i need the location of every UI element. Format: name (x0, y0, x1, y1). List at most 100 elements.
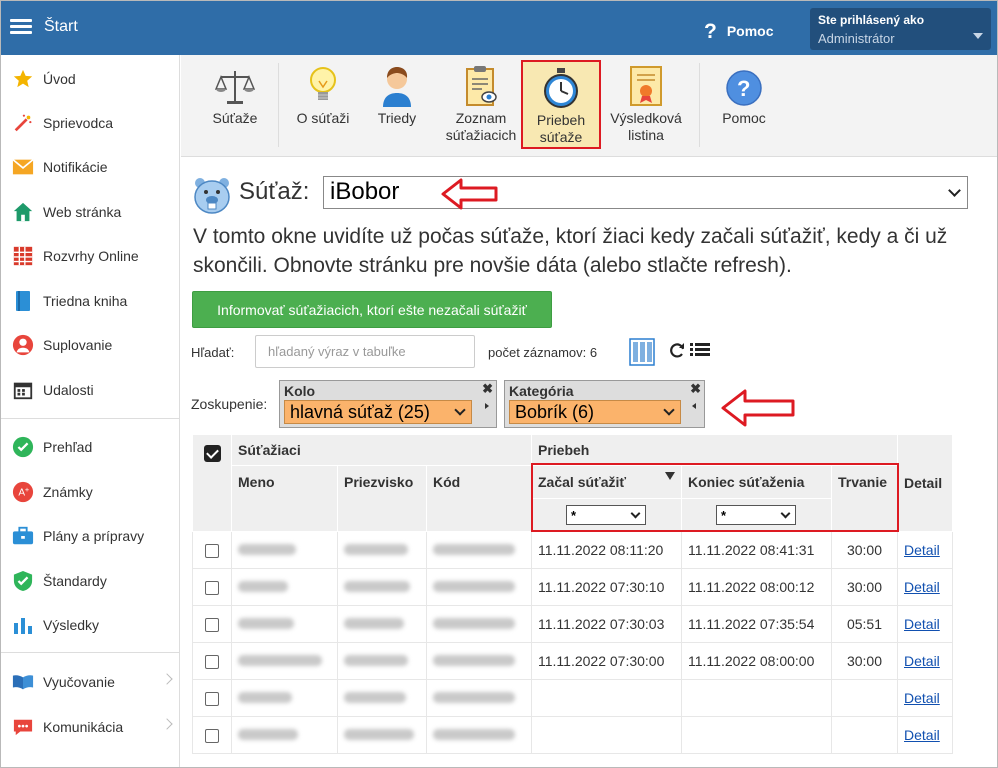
sidebar-item-komunikacia[interactable]: Komunikácia (1, 705, 179, 749)
column-header-zacal[interactable]: Začal súťažiť (531, 465, 682, 499)
cell-priezvisko-redacted (337, 716, 427, 754)
move-right-icon[interactable] (485, 403, 492, 409)
sidebar-item-triedna-kniha[interactable]: Triedna kniha (1, 279, 179, 323)
cell-meno-redacted (231, 716, 338, 754)
select-all-header (192, 434, 232, 532)
toolbar-triedy-button[interactable]: Triedy (369, 63, 425, 149)
cell-duration (831, 679, 898, 717)
sidebar-item-uvod[interactable]: Úvod (1, 57, 179, 101)
user-menu-caption: Ste prihlásený ako (818, 13, 925, 27)
detail-link[interactable]: Detail (904, 727, 940, 743)
list-icon[interactable] (690, 342, 710, 361)
toolbar-sutaze-button[interactable]: Súťaže (203, 63, 267, 149)
cell-end: 11.11.2022 08:00:12 (681, 568, 832, 606)
cell-priezvisko-redacted (337, 568, 427, 606)
hamburger-menu-icon[interactable] (10, 19, 32, 35)
column-header-meno[interactable]: Meno (231, 465, 338, 532)
help-link[interactable]: ? Pomoc (704, 18, 774, 43)
app-title[interactable]: Štart (44, 18, 78, 36)
detail-link[interactable]: Detail (904, 653, 940, 669)
toolbar-separator (699, 63, 700, 147)
toolbar-zoznam-button[interactable]: Zoznam súťažiacich (437, 63, 525, 149)
sidebar-item-standardy[interactable]: Štandardy (1, 559, 179, 603)
sidebar-item-label: Sprievodca (43, 115, 114, 131)
row-checkbox[interactable] (205, 692, 219, 707)
svg-text:?: ? (737, 76, 750, 101)
close-icon[interactable]: ✖ (482, 381, 493, 397)
table-row: Detail (192, 679, 953, 717)
star-icon (11, 67, 35, 91)
detail-link[interactable]: Detail (904, 616, 940, 632)
row-checkbox[interactable] (205, 655, 219, 670)
sidebar-item-udalosti[interactable]: Udalosti (1, 368, 179, 412)
filter-zacal-value: * (571, 508, 577, 523)
table-row: 11.11.2022 07:30:10 11.11.2022 08:00:12 … (192, 568, 953, 606)
column-header-priezvisko[interactable]: Priezvisko (337, 465, 427, 532)
calendar-icon (11, 378, 35, 402)
group-chip-kategoria: Kategória Bobrík (6) ✖ (504, 380, 705, 428)
row-checkbox[interactable] (205, 729, 219, 744)
notify-contestants-button[interactable]: Informovať súťažiacich, ktorí ešte nezač… (192, 291, 552, 328)
sidebar-item-label: Plány a prípravy (43, 528, 145, 544)
sidebar-item-suplovanie[interactable]: Suplovanie (1, 323, 179, 367)
toolbar-pomoc-button[interactable]: ? Pomoc (713, 63, 775, 149)
filter-koniec-select[interactable]: * (716, 505, 796, 525)
redacted-text (433, 544, 515, 555)
column-header-zacal-label: Začal súťažiť (538, 474, 627, 490)
certificate-icon (605, 63, 687, 107)
search-label: Hľadať: (191, 345, 235, 360)
toolbar-priebeh-button[interactable]: Priebeh súťaže (521, 60, 601, 149)
redacted-text (433, 692, 515, 703)
select-all-checkbox[interactable] (203, 445, 221, 462)
row-checkbox-cell (192, 605, 232, 643)
contest-select[interactable]: iBobor (323, 176, 968, 209)
close-icon[interactable]: ✖ (690, 381, 701, 397)
sidebar-item-vysledky[interactable]: Výsledky (1, 603, 179, 647)
row-checkbox[interactable] (205, 544, 219, 559)
sidebar-item-sprievodca[interactable]: Sprievodca (1, 101, 179, 145)
row-checkbox[interactable] (205, 618, 219, 633)
cell-kod-redacted (426, 531, 532, 569)
redacted-text (433, 729, 515, 740)
detail-link[interactable]: Detail (904, 542, 940, 558)
detail-link[interactable]: Detail (904, 690, 940, 706)
record-count: počet záznamov: 6 (488, 345, 598, 360)
refresh-icon[interactable] (668, 341, 686, 362)
row-checkbox[interactable] (205, 581, 219, 596)
redacted-text (344, 618, 404, 629)
sidebar-item-plany[interactable]: Plány a prípravy (1, 514, 179, 558)
group-header-progress: Priebeh (531, 434, 898, 466)
column-header-trvanie[interactable]: Trvanie (831, 465, 898, 532)
search-input[interactable]: hľadaný výraz v tabuľke (255, 335, 475, 368)
toolbar-button-label: Výsledková listina (610, 110, 682, 143)
sidebar-item-web-stranka[interactable]: Web stránka (1, 190, 179, 234)
sidebar: Úvod Sprievodca Notifikácie Web stránka … (1, 55, 180, 767)
envelope-icon (11, 155, 35, 179)
column-header-kod[interactable]: Kód (426, 465, 532, 532)
sidebar-item-label: Prehľad (43, 439, 93, 455)
group-chip-kolo: Kolo hlavná súťaž (25) ✖ (279, 380, 497, 428)
toolbar-o-sutazi-button[interactable]: O súťaži (287, 63, 359, 149)
sidebar-item-rozvrhy-online[interactable]: Rozvrhy Online (1, 234, 179, 278)
book-icon (11, 289, 35, 313)
group-kolo-select[interactable]: hlavná súťaž (25) (284, 400, 472, 424)
toolbar-vysledkova-button[interactable]: Výsledková listina (605, 63, 687, 149)
group-kolo-value: hlavná súťaž (25) (290, 402, 430, 422)
sidebar-item-label: Udalosti (43, 382, 94, 398)
sidebar-item-znamky[interactable]: A + Známky (1, 470, 179, 514)
group-kategoria-select[interactable]: Bobrík (6) (509, 400, 681, 424)
move-left-icon[interactable] (689, 403, 696, 409)
sidebar-item-vyucovanie[interactable]: Vyučovanie (1, 660, 179, 704)
contest-label: Súťaž: (239, 178, 310, 205)
sidebar-item-label: Web stránka (43, 204, 122, 220)
redacted-text (433, 618, 515, 629)
grade-icon: A + (11, 480, 35, 504)
columns-icon[interactable] (629, 338, 655, 369)
filter-zacal-select[interactable]: * (566, 505, 646, 525)
column-header-koniec[interactable]: Koniec súťaženia (681, 465, 832, 499)
chat-icon (11, 715, 35, 739)
sidebar-item-prehlad[interactable]: Prehľad (1, 425, 179, 469)
sidebar-item-notifikacie[interactable]: Notifikácie (1, 145, 179, 189)
user-menu[interactable]: Ste prihlásený ako Administrátor (810, 8, 991, 50)
detail-link[interactable]: Detail (904, 579, 940, 595)
